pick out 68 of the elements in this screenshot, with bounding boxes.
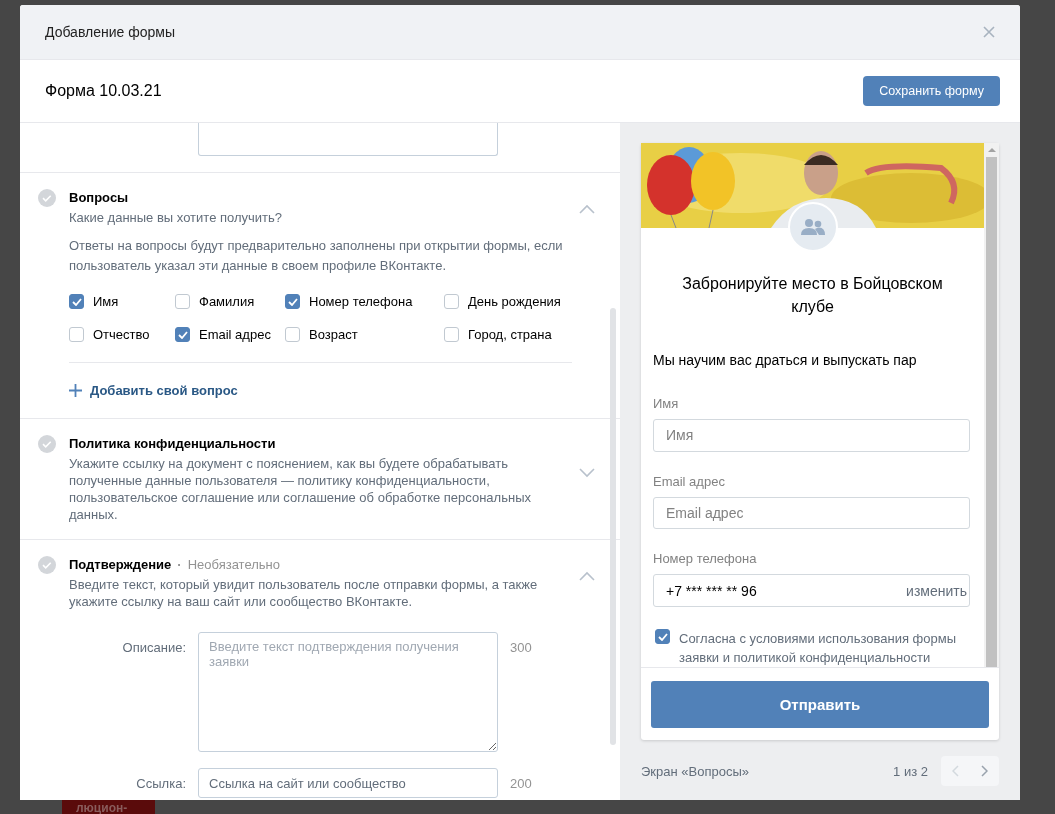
check-icon (287, 297, 298, 306)
form-description: Мы научим вас драться и выпускать пар (653, 352, 918, 368)
checkbox[interactable] (175, 327, 190, 342)
checkbox[interactable] (444, 327, 459, 342)
checkbox-label: Возраст (309, 327, 358, 342)
checkbox-label: Отчество (93, 327, 150, 342)
section-title: Подтверждение (69, 557, 172, 572)
section-title: Политика конфиденциальности (69, 436, 276, 451)
char-counter: 300 (510, 639, 533, 657)
checkbox-label: День рождения (468, 294, 561, 309)
field-label: Описание: (121, 639, 186, 657)
section-subtitle: Какие данные вы хотите получить? (69, 209, 284, 226)
close-icon[interactable] (983, 26, 995, 38)
backdrop-tile: люцион- (62, 800, 155, 814)
check-icon (657, 632, 668, 641)
input-field[interactable]: Имя (653, 419, 970, 452)
chevron-right-icon (981, 765, 988, 777)
checkbox[interactable] (285, 327, 300, 342)
checkbox-label: Email адрес (199, 327, 271, 342)
change-link[interactable]: изменить (906, 582, 969, 599)
field-label: Имя (653, 396, 680, 411)
checkbox[interactable] (444, 294, 459, 309)
group-icon (800, 219, 825, 235)
check-circle-icon (38, 189, 56, 207)
check-circle-icon (38, 435, 56, 453)
consent-text: Согласна с условиями использования формы заявки и политикой конфиденциальности (679, 630, 958, 667)
check-circle-icon (38, 556, 56, 574)
checkbox-label: Имя (93, 294, 119, 309)
section-description: Введите текст, который увидит пользователь после отправки формы, а также укажите ссылку на ваш сайт или сообщество ВКонтакте. (69, 576, 539, 610)
input-field[interactable]: Email адрес (653, 496, 970, 530)
chevron-up-icon[interactable] (578, 570, 596, 582)
page-counter: 1 из 2 (893, 763, 928, 779)
form-title: Забронируйте место в Бойцовском клубе (681, 274, 944, 317)
separator-dot: · (177, 557, 182, 572)
field-label: Номер телефона (653, 551, 758, 567)
checkbox[interactable] (285, 294, 300, 309)
section-title: Вопросы (69, 190, 129, 205)
checkbox-label: Фамилия (199, 294, 255, 309)
field-label: Email адрес (653, 473, 726, 489)
check-icon (71, 297, 82, 306)
section-description: Укажите ссылку на документ с пояснением, как вы будете обрабатывать полученные данные пользователя — политику конфиденциальности, пользовательское соглашение или соглашение об обработке персональных данных. (69, 455, 532, 523)
checkbox-label: Город, страна (468, 327, 552, 342)
link-field[interactable]: Ссылка на сайт или сообщество (198, 768, 498, 798)
scrollbar-thumb[interactable] (986, 157, 997, 667)
check-icon (177, 330, 188, 339)
chevron-up-icon[interactable] (578, 203, 596, 215)
chevron-down-icon[interactable] (578, 467, 596, 479)
submit-button[interactable]: Отправить (651, 680, 989, 728)
modal-title: Добавление формы (45, 24, 175, 40)
plus-icon (69, 384, 82, 397)
add-question-link[interactable]: Добавить свой вопрос (69, 383, 572, 398)
chevron-left-icon (952, 765, 959, 777)
checkbox[interactable] (655, 629, 670, 644)
optional-label: Необязательно (187, 557, 280, 572)
section-note: Ответы на вопросы будут предварительно заполнены при открытии формы, если пользователь указал эти данные в своем профиле ВКонтакте. (69, 237, 564, 275)
screen-name: Экран «Вопросы» (641, 763, 750, 779)
scrollbar[interactable] (610, 308, 616, 745)
checkbox[interactable] (69, 327, 84, 342)
text-area[interactable] (198, 123, 498, 156)
save-form-button[interactable]: Сохранить форму (863, 76, 1000, 106)
checkbox-label: Номер телефона (309, 294, 413, 309)
checkbox[interactable] (69, 294, 84, 309)
input-field[interactable]: +7 *** *** ** 96 изменить (653, 574, 970, 607)
description-field[interactable]: Введите текст подтверждения получения заявки (198, 632, 498, 752)
checkbox[interactable] (175, 294, 190, 309)
field-label: Ссылка: (135, 775, 186, 793)
form-name: Форма 10.03.21 (45, 82, 162, 100)
char-counter: 200 (510, 775, 533, 793)
